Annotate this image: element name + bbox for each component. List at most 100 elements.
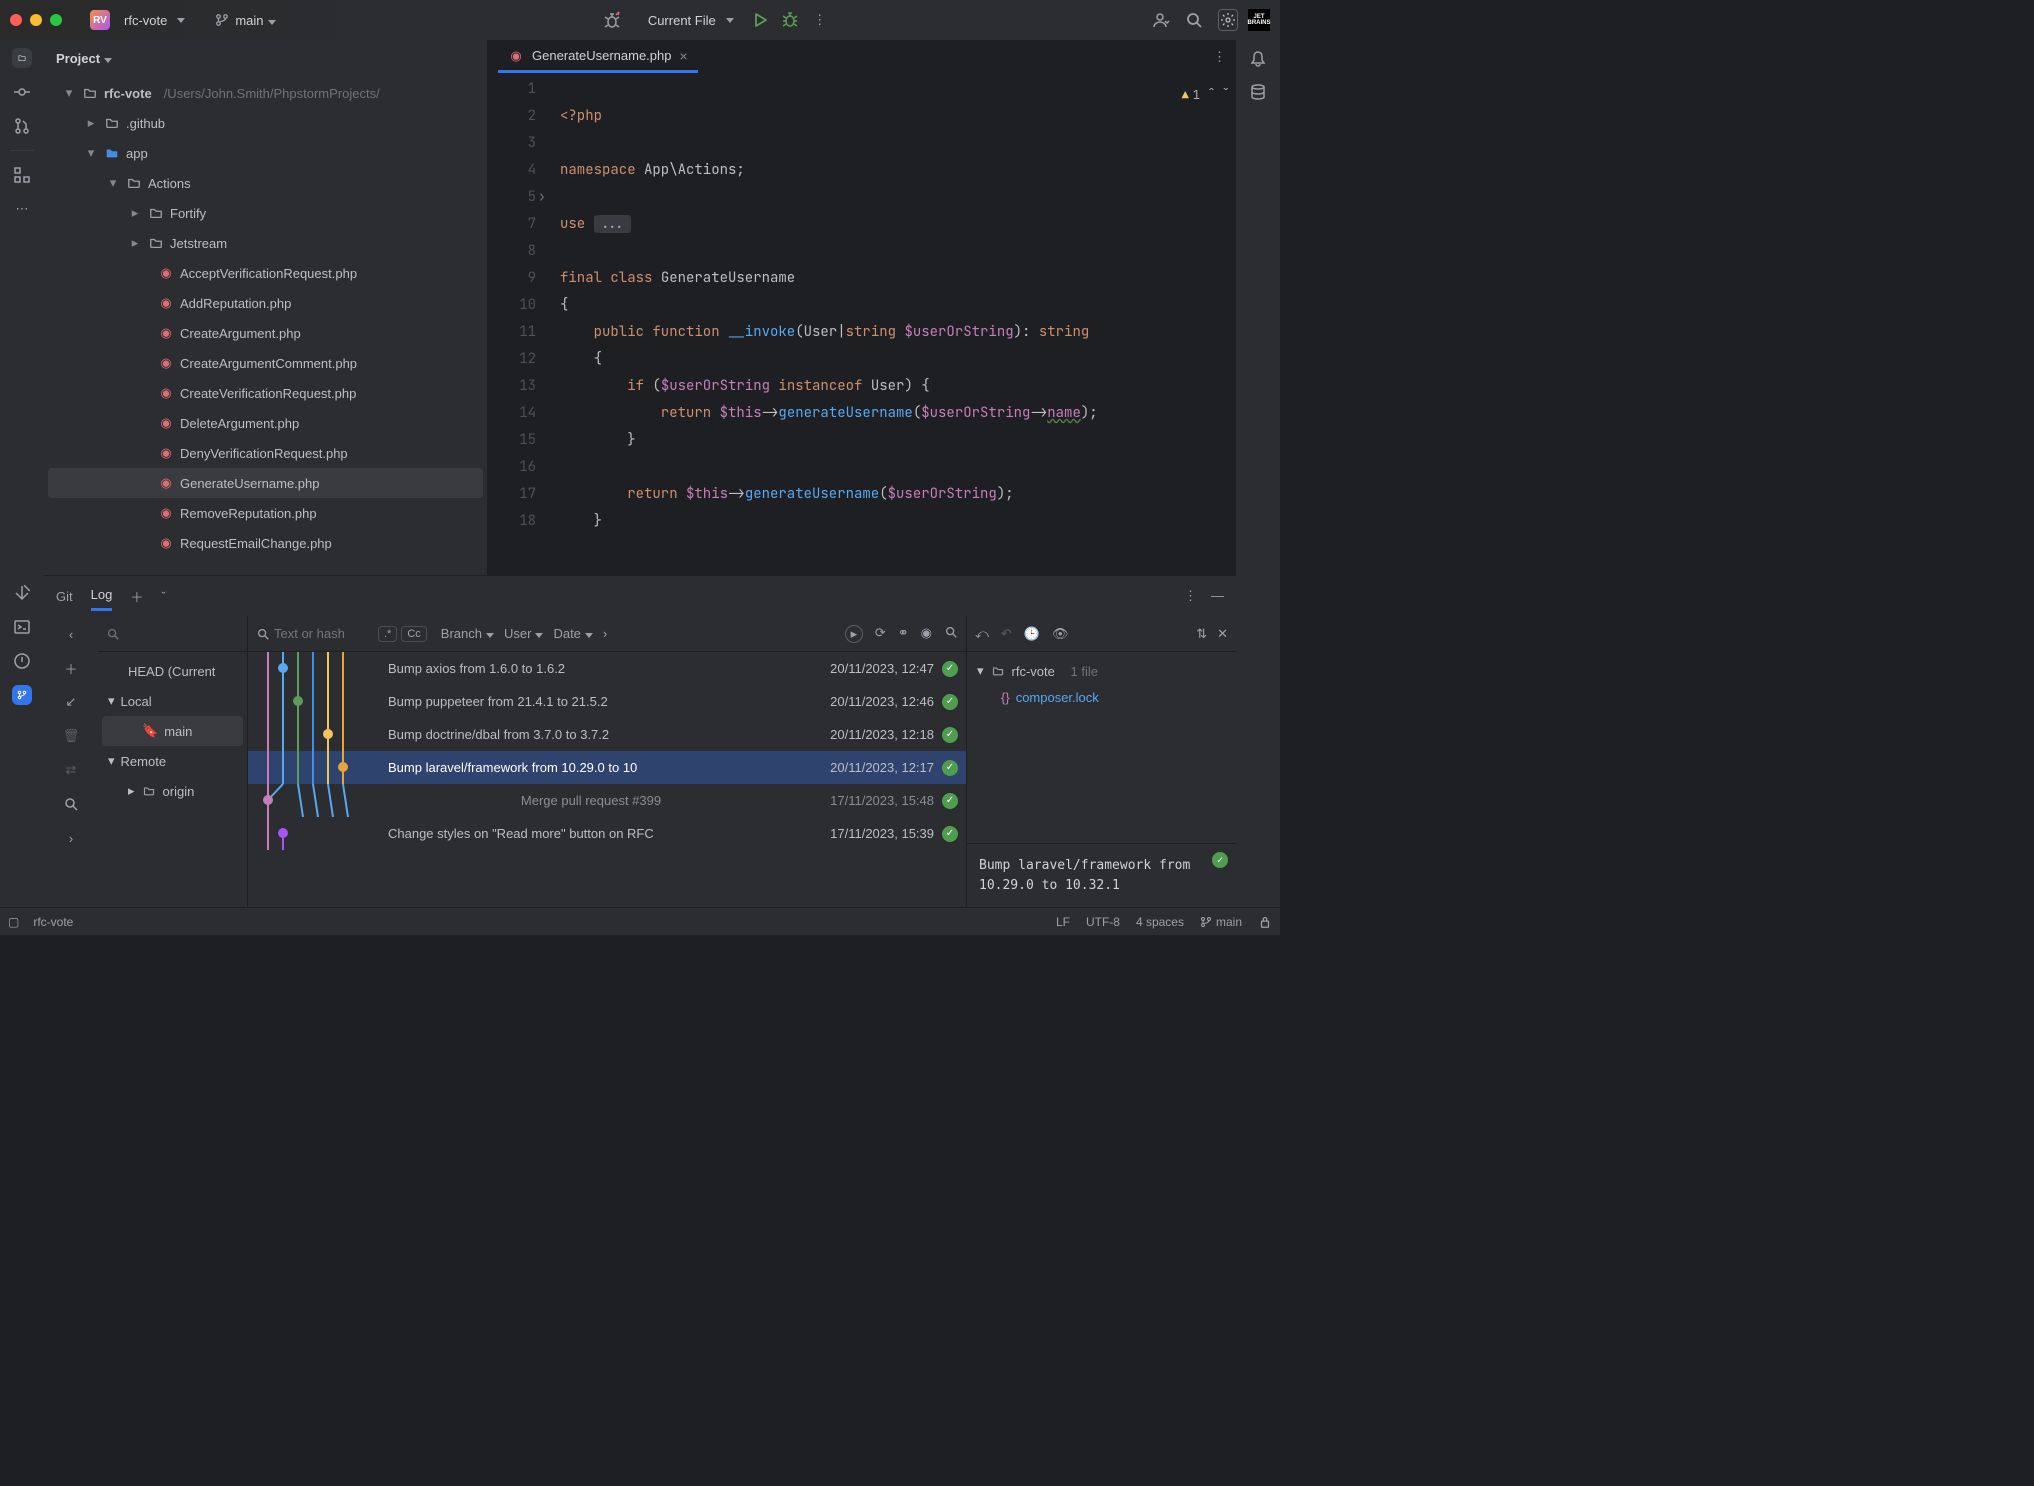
tree-root[interactable]: rfc-vote/Users/John.Smith/PhpstormProjec… (48, 78, 483, 108)
debug-attach-icon[interactable] (602, 10, 622, 30)
vcs-options-icon[interactable]: ⋮ (1184, 588, 1197, 604)
search-icon[interactable] (1184, 10, 1204, 30)
status-indent[interactable]: 4 spaces (1136, 915, 1184, 929)
detail-history-icon[interactable]: 🕒 (1024, 626, 1040, 642)
close-window[interactable] (10, 14, 22, 26)
branch-group-remote[interactable]: Remote (102, 746, 243, 776)
go-to-ref-icon[interactable]: ▸ (845, 625, 863, 643)
run-button[interactable] (750, 10, 770, 30)
branch-search[interactable] (98, 616, 247, 652)
pull-requests-icon[interactable] (12, 116, 32, 136)
vcs-hide-icon[interactable]: — (1211, 588, 1224, 604)
vcs-nav-left[interactable]: ‹ (61, 624, 81, 644)
project-panel-header[interactable]: Project (44, 40, 487, 76)
tree-file[interactable]: ◉CreateVerificationRequest.php (48, 378, 483, 408)
tree-file[interactable]: ◉DeleteArgument.php (48, 408, 483, 438)
vcs-tool-icon[interactable] (12, 685, 32, 705)
detail-expand-icon[interactable]: ⇅ (1196, 626, 1207, 642)
problems-tool-icon[interactable] (12, 651, 32, 671)
settings-icon[interactable] (1218, 10, 1238, 30)
tree-file[interactable]: ◉RequestEmailChange.php (48, 528, 483, 558)
editor-body[interactable]: ▲1 ˆˇ 12345›789101112131415161718 <?php … (488, 76, 1236, 575)
status-line-ending[interactable]: LF (1056, 915, 1070, 929)
filter-branch[interactable]: Branch (441, 626, 494, 641)
branch-main[interactable]: 🔖main (102, 716, 243, 746)
tab-git[interactable]: Git (56, 583, 73, 610)
find-commit-icon[interactable] (944, 625, 958, 643)
status-module[interactable]: rfc-vote (33, 915, 73, 929)
cherry-pick-icon[interactable]: ⚭ (898, 625, 909, 643)
commit-row[interactable]: Bump axios from 1.6.0 to 1.6.220/11/2023… (248, 652, 966, 685)
vcs-dropdown-icon[interactable]: ˇ (161, 589, 165, 604)
tree-file[interactable]: ◉RemoveReputation.php (48, 498, 483, 528)
vcs-add-icon[interactable]: ＋ (130, 587, 143, 606)
branch-origin[interactable]: origin (102, 776, 243, 806)
project-tool-icon[interactable] (12, 48, 32, 68)
close-tab-icon[interactable]: × (679, 48, 687, 64)
regex-toggle[interactable]: .* (378, 626, 397, 642)
commit-tool-icon[interactable] (12, 82, 32, 102)
project-menu[interactable]: rfc-vote (118, 9, 191, 32)
notifications-icon[interactable] (1248, 48, 1268, 68)
commit-list[interactable]: Bump axios from 1.6.0 to 1.6.220/11/2023… (248, 652, 966, 907)
vcs-add[interactable]: ＋ (61, 658, 81, 678)
tree-file[interactable]: ◉CreateArgument.php (48, 318, 483, 348)
vcs-branch-selector[interactable]: main (209, 9, 281, 32)
next-highlight[interactable]: ˇ (1222, 82, 1230, 109)
database-icon[interactable] (1248, 82, 1268, 102)
tree-file[interactable]: ◉DenyVerificationRequest.php (48, 438, 483, 468)
vcs-delete[interactable]: 🗑 (61, 726, 81, 746)
tree-folder[interactable]: Actions (48, 168, 483, 198)
tab-log[interactable]: Log (91, 581, 113, 611)
tree-folder[interactable]: Jetstream (48, 228, 483, 258)
tree-folder[interactable]: app (48, 138, 483, 168)
tree-file-selected[interactable]: ◉GenerateUsername.php (48, 468, 483, 498)
zoom-window[interactable] (50, 14, 62, 26)
project-tree[interactable]: rfc-vote/Users/John.Smith/PhpstormProjec… (44, 76, 487, 575)
filter-user[interactable]: User (504, 626, 543, 641)
status-branch[interactable]: main (1200, 915, 1242, 929)
branch-head[interactable]: HEAD (Current (102, 656, 243, 686)
status-lock-icon[interactable] (1258, 915, 1272, 929)
filter-next[interactable]: › (603, 626, 607, 641)
case-toggle[interactable]: Cc (401, 626, 426, 642)
commit-search-input[interactable] (274, 626, 374, 641)
detail-file-tree[interactable]: rfc-vote 1 file {}composer.lock (967, 652, 1236, 716)
tree-file[interactable]: ◉AcceptVerificationRequest.php (48, 258, 483, 288)
run-tool-icon[interactable] (12, 583, 32, 603)
prev-highlight[interactable]: ˆ (1207, 82, 1215, 109)
structure-tool-icon[interactable] (12, 165, 32, 185)
commit-row-selected[interactable]: Bump laravel/framework from 10.29.0 to 1… (248, 751, 966, 784)
status-encoding[interactable]: UTF-8 (1086, 915, 1120, 929)
tree-folder[interactable]: Fortify (48, 198, 483, 228)
commit-row[interactable]: Merge pull request #39917/11/2023, 15:48… (248, 784, 966, 817)
run-config-selector[interactable]: Current File (642, 9, 740, 32)
minimize-window[interactable] (30, 14, 42, 26)
debug-button[interactable] (780, 10, 800, 30)
inspection-widget[interactable]: ▲1 (1182, 82, 1200, 109)
detail-close-icon[interactable]: ✕ (1217, 626, 1228, 642)
tree-file[interactable]: ◉AddReputation.php (48, 288, 483, 318)
more-tools-icon[interactable]: ⋯ (12, 199, 32, 219)
code-content[interactable]: <?php namespace App\Actions; use ... fin… (548, 76, 1236, 575)
show-icon[interactable]: ◉ (921, 625, 932, 643)
detail-preview-icon[interactable]: 👁 (1052, 626, 1069, 642)
refresh-icon[interactable]: ⟳ (875, 625, 886, 643)
vcs-checkout[interactable]: ↙ (61, 692, 81, 712)
tree-file[interactable]: ◉CreateArgumentComment.php (48, 348, 483, 378)
commit-row[interactable]: Change styles on "Read more" button on R… (248, 817, 966, 850)
editor-tab-menu[interactable]: ⋮ (1213, 49, 1226, 65)
detail-undo-icon[interactable]: ↶ (1001, 626, 1012, 642)
vcs-find[interactable] (61, 794, 81, 814)
editor-tab[interactable]: ◉ GenerateUsername.php × (498, 42, 698, 73)
status-module-icon[interactable]: ▢ (8, 915, 19, 929)
vcs-diff[interactable]: ⇄ (61, 760, 81, 780)
commit-row[interactable]: Bump puppeteer from 21.4.1 to 21.5.220/1… (248, 685, 966, 718)
vcs-nav-right[interactable]: › (61, 828, 81, 848)
commit-row[interactable]: Bump doctrine/dbal from 3.7.0 to 3.7.220… (248, 718, 966, 751)
more-actions[interactable]: ⋮ (810, 10, 830, 30)
filter-date[interactable]: Date (553, 626, 592, 641)
detail-prev-icon[interactable]: ⤺ (975, 626, 989, 642)
branch-group-local[interactable]: Local (102, 686, 243, 716)
terminal-tool-icon[interactable] (12, 617, 32, 637)
